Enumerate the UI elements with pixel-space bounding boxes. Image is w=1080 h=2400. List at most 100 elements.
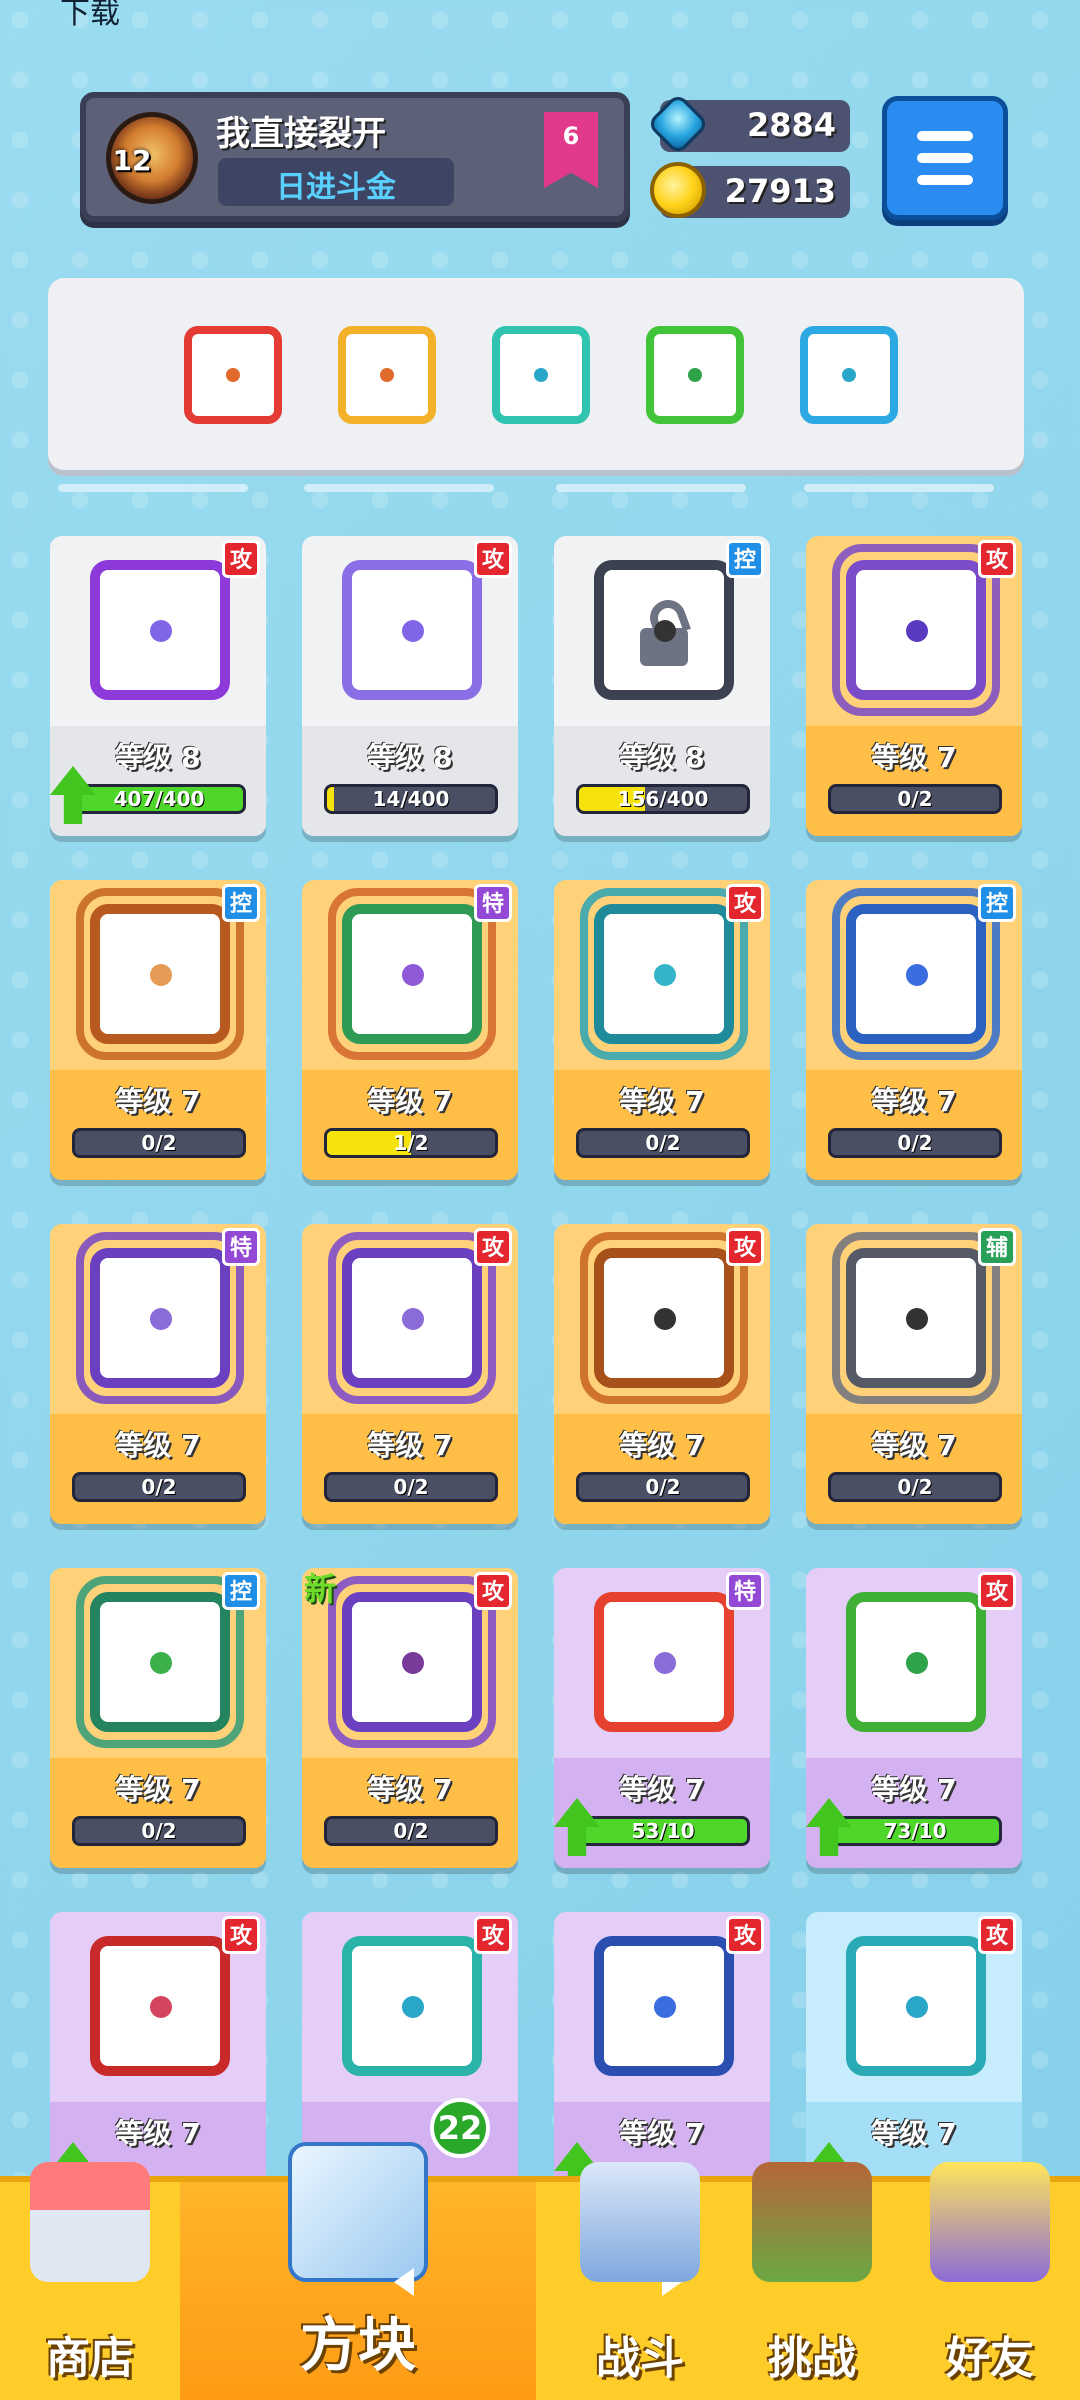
- nav-shop[interactable]: 商店: [0, 2162, 180, 2400]
- dice-card[interactable]: 辅等级 7 0/2: [806, 1224, 1022, 1524]
- dice-level-label: 等级 7: [367, 1085, 453, 1118]
- dice-pip: [906, 1308, 928, 1330]
- deck-tab[interactable]: [58, 484, 248, 492]
- upgrade-progress-bar: 0/2: [324, 1472, 498, 1502]
- upgrade-progress-bar: 0/2: [576, 1472, 750, 1502]
- progress-text: 14/400: [372, 787, 450, 811]
- dice-level-label: 等级 7: [871, 1773, 957, 1806]
- deck-slot[interactable]: [338, 326, 436, 424]
- dice-face-icon: [846, 1592, 986, 1732]
- rank-number: 6: [562, 122, 580, 150]
- player-profile-panel[interactable]: 12 我直接裂开 日进斗金 6: [80, 92, 630, 222]
- dice-pip: [688, 368, 702, 382]
- deck-slot[interactable]: [184, 326, 282, 424]
- nav-shop-label: 商店: [46, 2333, 134, 2384]
- dice-face-icon: [594, 904, 734, 1044]
- dice-level-label: 等级 7: [871, 741, 957, 774]
- dice-pip: [402, 1652, 424, 1674]
- deck-tab[interactable]: [556, 484, 746, 492]
- dice-card[interactable]: 攻 新等级 7 0/2: [302, 1568, 518, 1868]
- dice-level-label: 等级 7: [367, 1773, 453, 1806]
- dice-type-badge: 攻: [474, 540, 512, 578]
- dice-pip: [906, 1996, 928, 2018]
- shop-icon: [30, 2162, 150, 2282]
- status-bar: 下载: [0, 0, 1080, 60]
- dice-pip: [654, 1308, 676, 1330]
- menu-icon: [917, 131, 973, 141]
- dice-card[interactable]: 攻等级 8 407/400: [50, 536, 266, 836]
- gem-value: 2884: [746, 106, 836, 144]
- dice-pip: [150, 1308, 172, 1330]
- dice-card[interactable]: 特等级 7 1/2: [302, 880, 518, 1180]
- deck-tab[interactable]: [304, 484, 494, 492]
- dice-type-badge: 攻: [222, 540, 260, 578]
- dice-card[interactable]: 攻等级 7 0/2: [554, 880, 770, 1180]
- dice-type-badge: 攻: [978, 1916, 1016, 1954]
- dice-card[interactable]: 控等级 7 0/2: [50, 1568, 266, 1868]
- dice-face-icon: [594, 1936, 734, 2076]
- nav-challenge[interactable]: 挑战: [722, 2162, 902, 2400]
- progress-text: 0/2: [141, 1131, 177, 1155]
- upgrade-progress-bar: 0/2: [72, 1128, 246, 1158]
- dice-face-icon: [90, 1248, 230, 1388]
- player-name: 我直接裂开: [216, 114, 386, 154]
- upgrade-progress-bar: 1/2: [324, 1128, 498, 1158]
- coin-icon: [650, 162, 706, 218]
- progress-text: 53/10: [631, 1819, 695, 1843]
- nav-dice-label: 方块: [299, 2311, 416, 2379]
- nav-friends[interactable]: 好友: [900, 2162, 1080, 2400]
- upgrade-progress-bar: 0/2: [324, 1816, 498, 1846]
- dice-card[interactable]: 攻等级 7 0/2: [806, 536, 1022, 836]
- dice-card[interactable]: 控等级 8 156/400: [554, 536, 770, 836]
- coin-counter[interactable]: 27913: [650, 162, 850, 218]
- menu-button[interactable]: [882, 96, 1008, 220]
- upgrade-progress-bar: 0/2: [72, 1816, 246, 1846]
- dice-pip: [226, 368, 240, 382]
- dice-card[interactable]: 控等级 7 0/2: [50, 880, 266, 1180]
- dice-pip: [654, 964, 676, 986]
- nav-challenge-label: 挑战: [768, 2333, 856, 2384]
- dice-type-badge: 攻: [978, 540, 1016, 578]
- deck-panel: [48, 278, 1024, 470]
- nav-battle[interactable]: 战斗: [550, 2162, 730, 2400]
- nav-prev-arrow-icon[interactable]: [394, 2268, 414, 2296]
- dice-type-badge: 攻: [474, 1228, 512, 1266]
- dice-face-icon: [90, 1936, 230, 2076]
- dice-card[interactable]: 特等级 7 53/10: [554, 1568, 770, 1868]
- progress-text: 0/2: [393, 1819, 429, 1843]
- deck-slot[interactable]: [646, 326, 744, 424]
- dice-type-badge: 攻: [474, 1916, 512, 1954]
- dice-card[interactable]: 特等级 7 0/2: [50, 1224, 266, 1524]
- dice-face-icon: [90, 560, 230, 700]
- deck-tab[interactable]: [804, 484, 994, 492]
- progress-text: 0/2: [897, 1475, 933, 1499]
- deck-slot[interactable]: [800, 326, 898, 424]
- dice-face-icon: [342, 1936, 482, 2076]
- progress-text: 0/2: [645, 1475, 681, 1499]
- dice-card[interactable]: 控等级 7 0/2: [806, 880, 1022, 1180]
- progress-text: 0/2: [897, 1131, 933, 1155]
- deck-slot[interactable]: [492, 326, 590, 424]
- challenge-icon: [752, 2162, 872, 2282]
- dice-card[interactable]: 攻等级 7 0/2: [554, 1224, 770, 1524]
- gem-counter[interactable]: 2884: [646, 92, 850, 156]
- dice-card[interactable]: 攻等级 8 14/400: [302, 536, 518, 836]
- upgrade-progress-bar: 156/400: [576, 784, 750, 814]
- dice-pip: [534, 368, 548, 382]
- player-level: 12: [112, 144, 152, 177]
- menu-icon-bar: [917, 153, 973, 163]
- dice-pip: [654, 620, 676, 642]
- dice-face-icon: [594, 560, 734, 700]
- dice-type-badge: 攻: [474, 1572, 512, 1610]
- upgrade-progress-bar: 0/2: [576, 1128, 750, 1158]
- nav-dice[interactable]: 方块: [180, 2142, 682, 2400]
- dice-card[interactable]: 攻等级 7 73/10: [806, 1568, 1022, 1868]
- dice-type-badge: 特: [474, 884, 512, 922]
- dice-card[interactable]: 攻等级 7 0/2: [302, 1224, 518, 1524]
- deck-tabs[interactable]: [48, 484, 1024, 496]
- dice-face-icon: [342, 560, 482, 700]
- dice-pip: [654, 1652, 676, 1674]
- dice-face-icon: [594, 1592, 734, 1732]
- dice-type-badge: 攻: [222, 1916, 260, 1954]
- dice-box-icon: [288, 2142, 428, 2282]
